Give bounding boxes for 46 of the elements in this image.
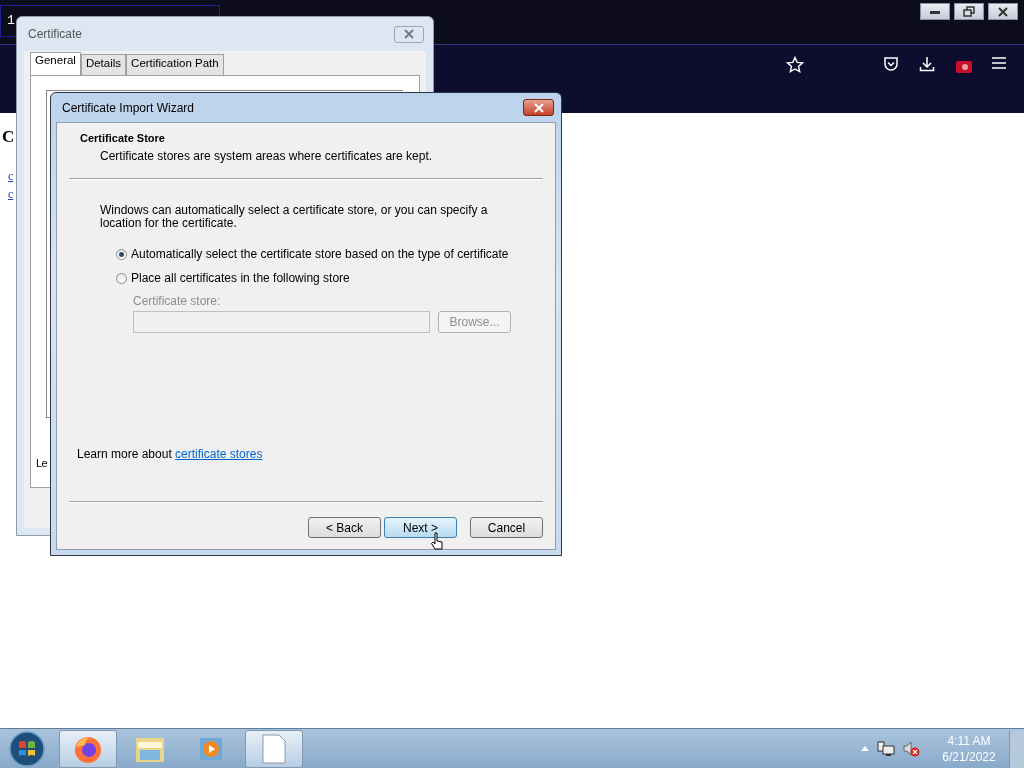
page-heading: C bbox=[2, 127, 15, 147]
bookmark-star-icon[interactable] bbox=[786, 56, 804, 74]
menu-icon[interactable] bbox=[991, 56, 1007, 70]
radio-label: Automatically select the certificate store based on the type of certificate bbox=[131, 247, 509, 261]
intro-text: Windows can automatically select a certificate store, or you can specify a location for the certificate. bbox=[100, 204, 489, 230]
mouse-cursor-icon bbox=[430, 532, 444, 552]
dialog-button[interactable]: < Back bbox=[308, 517, 381, 538]
download-icon[interactable] bbox=[919, 56, 935, 72]
page-link[interactable]: c bbox=[8, 185, 16, 203]
field-label: Certificate store: bbox=[133, 294, 222, 308]
tab[interactable]: General bbox=[30, 52, 81, 75]
restore-button[interactable] bbox=[954, 3, 984, 20]
radio-option[interactable]: Place all certificates in the following store bbox=[116, 266, 515, 290]
radio-button[interactable] bbox=[116, 272, 127, 284]
panel-text: Le bbox=[36, 457, 48, 469]
page-link[interactable]: c bbox=[8, 167, 16, 185]
dialog-button[interactable]: Cancel bbox=[470, 517, 543, 538]
radio-button[interactable] bbox=[116, 248, 127, 260]
network-icon[interactable] bbox=[877, 740, 895, 757]
pocket-icon[interactable] bbox=[883, 56, 899, 72]
close-icon bbox=[997, 6, 1009, 17]
tab[interactable]: Details bbox=[80, 54, 127, 75]
help-link[interactable]: certificate stores bbox=[175, 447, 263, 461]
radio-label: Place all certificates in the following store bbox=[131, 271, 350, 285]
close-icon bbox=[532, 102, 545, 113]
browser-tab[interactable]: 1 bbox=[7, 13, 15, 28]
taskbar-button[interactable] bbox=[245, 729, 303, 768]
muted-speaker-icon[interactable] bbox=[903, 740, 921, 757]
section-subtitle: Certificate stores are system areas where certificates are kept. bbox=[99, 149, 434, 163]
help-text: Learn more about certificate stores bbox=[76, 447, 264, 461]
section-title: Certificate Store bbox=[80, 132, 166, 144]
window-title: Certificate bbox=[28, 27, 83, 41]
close-button[interactable] bbox=[988, 3, 1018, 20]
taskbar-button[interactable] bbox=[59, 729, 117, 768]
extension-icon[interactable] bbox=[956, 61, 972, 73]
radio-option[interactable]: Automatically select the certificate store based on the type of certificate bbox=[116, 242, 515, 266]
window-title: Certificate Import Wizard bbox=[62, 100, 195, 115]
close-button[interactable] bbox=[523, 99, 554, 116]
minimize-button[interactable] bbox=[920, 3, 950, 20]
close-icon bbox=[403, 29, 415, 39]
play-icon bbox=[199, 735, 225, 762]
start-button[interactable] bbox=[8, 729, 46, 768]
dialog-button[interactable]: Next > bbox=[384, 517, 457, 538]
blank-document-icon bbox=[261, 733, 287, 764]
tab[interactable]: Certification Path bbox=[126, 54, 224, 75]
restore-icon bbox=[963, 6, 975, 17]
